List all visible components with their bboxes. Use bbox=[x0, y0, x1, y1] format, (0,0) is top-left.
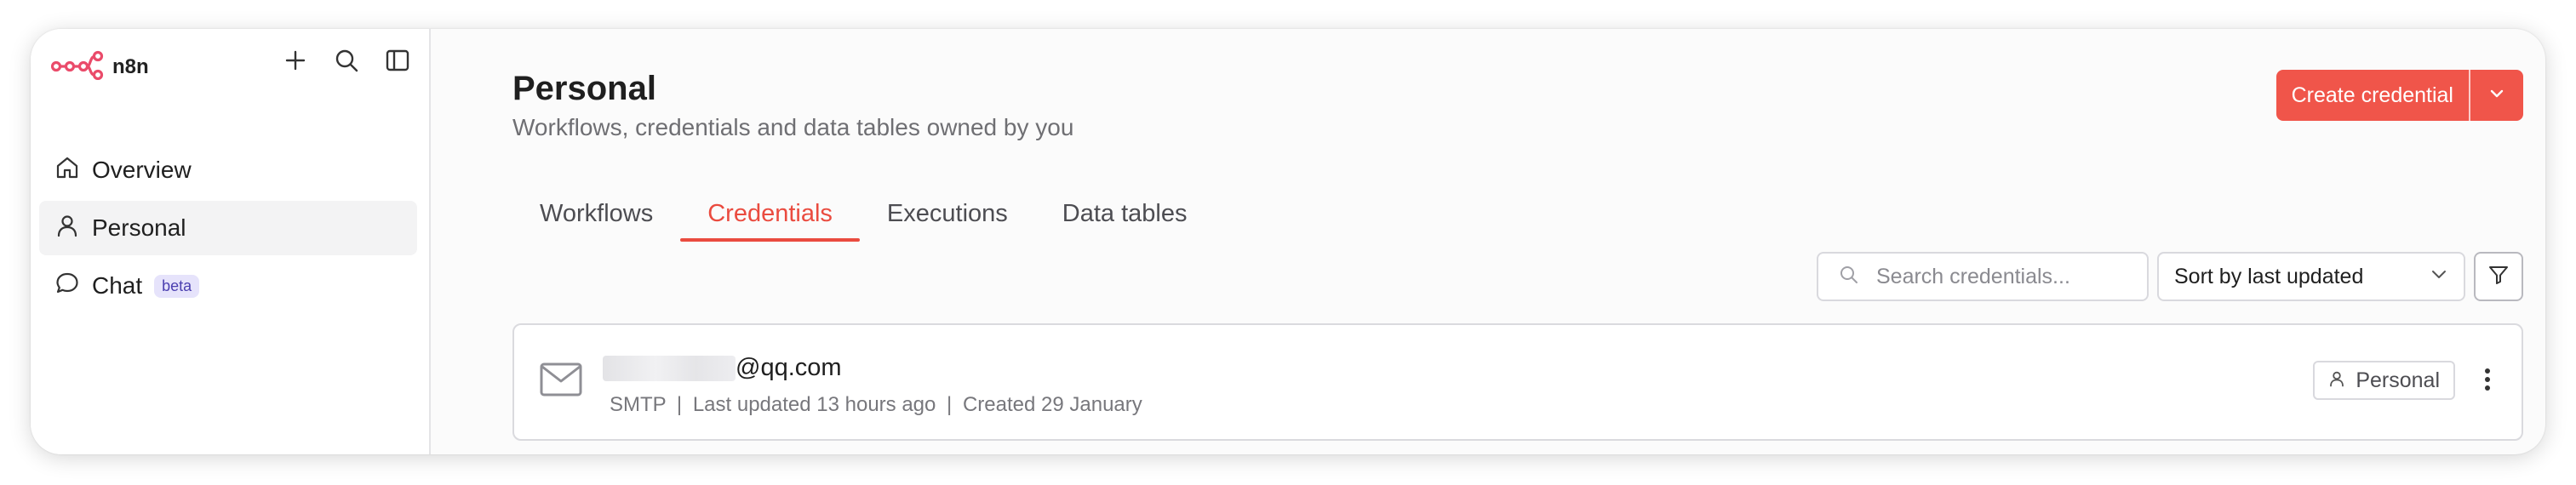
owner-label: Personal bbox=[2356, 368, 2440, 392]
main-content: Personal Workflows, credentials and data… bbox=[431, 29, 2545, 454]
search-icon bbox=[1839, 265, 1859, 289]
list-toolbar: Sort by last updated bbox=[1817, 252, 2523, 301]
credential-meta: SMTP | Last updated 13 hours ago | Creat… bbox=[610, 393, 1142, 417]
sidebar-toggle-icon bbox=[385, 48, 410, 77]
chat-icon bbox=[54, 271, 80, 302]
credential-updated: Last updated 13 hours ago bbox=[692, 393, 936, 416]
filter-icon bbox=[2487, 264, 2510, 290]
meta-separator: | bbox=[947, 393, 953, 416]
add-button[interactable] bbox=[279, 46, 312, 78]
sidebar: n8n Overview Personal Chat beta bbox=[31, 29, 431, 454]
sidebar-item-personal[interactable]: Personal bbox=[39, 201, 417, 255]
tab-bar: Workflows Credentials Executions Data ta… bbox=[512, 187, 1215, 242]
filter-button[interactable] bbox=[2474, 252, 2523, 301]
sidebar-toggle-button[interactable] bbox=[381, 46, 414, 78]
create-options-button[interactable] bbox=[2469, 70, 2523, 121]
credential-name: @qq.com bbox=[603, 354, 842, 382]
sidebar-actions bbox=[279, 46, 414, 78]
credential-created: Created 29 January bbox=[962, 393, 1142, 416]
credential-actions-button[interactable] bbox=[2477, 366, 2498, 397]
user-icon bbox=[54, 213, 80, 244]
credential-type: SMTP bbox=[610, 393, 667, 416]
brand[interactable]: n8n bbox=[50, 49, 149, 84]
search-icon bbox=[334, 48, 359, 77]
search-box bbox=[1817, 252, 2149, 301]
plus-icon bbox=[284, 49, 306, 76]
chevron-down-icon bbox=[2487, 84, 2506, 107]
user-icon bbox=[2328, 368, 2345, 393]
tab-data-tables[interactable]: Data tables bbox=[1035, 187, 1215, 240]
owner-badge: Personal bbox=[2313, 361, 2455, 400]
search-credentials-input[interactable] bbox=[1875, 263, 2133, 290]
sidebar-item-overview[interactable]: Overview bbox=[39, 143, 417, 197]
tab-executions[interactable]: Executions bbox=[860, 187, 1035, 240]
brand-name: n8n bbox=[112, 54, 149, 78]
sidebar-item-label: Overview bbox=[92, 157, 192, 183]
redacted-email-prefix bbox=[603, 355, 736, 381]
chevron-down-icon bbox=[2430, 265, 2448, 289]
more-vertical-icon bbox=[2484, 368, 2491, 396]
credential-card[interactable]: @qq.com SMTP | Last updated 13 hours ago… bbox=[512, 323, 2523, 441]
sort-value: Sort by last updated bbox=[2174, 264, 2364, 288]
sidebar-nav: Overview Personal Chat beta bbox=[39, 143, 417, 317]
n8n-logo-icon bbox=[50, 49, 104, 84]
mail-icon bbox=[540, 362, 582, 401]
credential-name-suffix: @qq.com bbox=[736, 354, 842, 381]
app-window: n8n Overview Personal Chat beta Personal… bbox=[31, 29, 2545, 454]
beta-badge: beta bbox=[154, 274, 200, 298]
tab-credentials[interactable]: Credentials bbox=[680, 187, 860, 242]
sidebar-item-chat[interactable]: Chat beta bbox=[39, 259, 417, 313]
sort-select[interactable]: Sort by last updated bbox=[2157, 252, 2465, 301]
search-button[interactable] bbox=[330, 46, 363, 78]
page-title: Personal bbox=[512, 70, 656, 107]
create-credential-button[interactable]: Create credential bbox=[2276, 70, 2469, 121]
sidebar-item-label: Chat bbox=[92, 272, 143, 299]
create-credential-group: Create credential bbox=[2275, 70, 2523, 121]
sidebar-item-label: Personal bbox=[92, 214, 186, 241]
page-subtitle: Workflows, credentials and data tables o… bbox=[512, 114, 1074, 140]
home-icon bbox=[54, 155, 80, 186]
tab-workflows[interactable]: Workflows bbox=[512, 187, 680, 240]
meta-separator: | bbox=[676, 393, 683, 416]
